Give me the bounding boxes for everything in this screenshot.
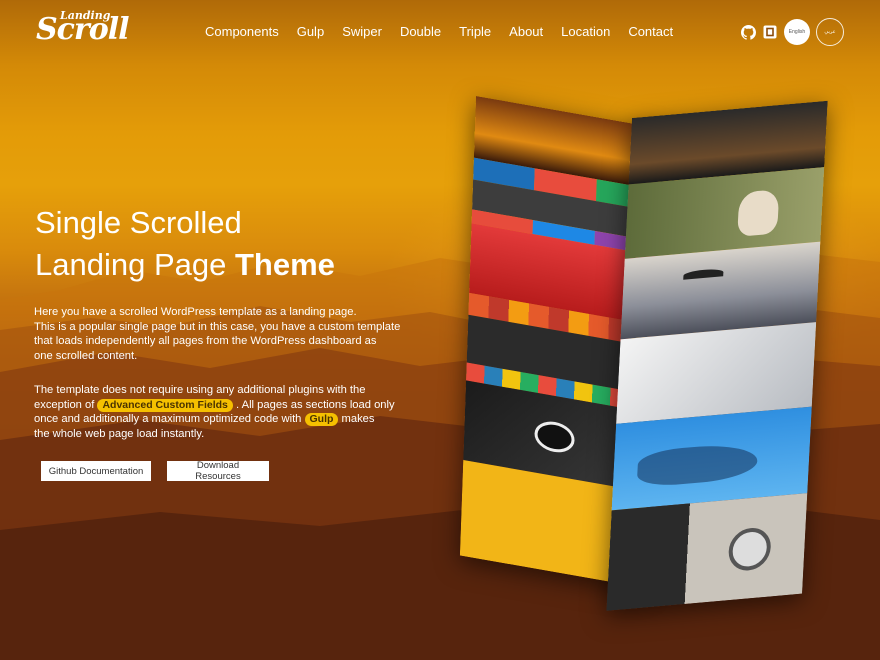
intro-paragraph: Here you have a scrolled WordPress templ… xyxy=(34,305,424,363)
theme-preview-right xyxy=(606,100,828,611)
hero-title-line2-prefix: Landing Page xyxy=(35,247,235,282)
lang-english-button[interactable]: English xyxy=(784,19,810,45)
main-nav: Components Gulp Swiper Double Triple Abo… xyxy=(205,24,691,39)
features-line: once and additionally a maximum optimize… xyxy=(34,412,424,427)
features-paragraph: The template does not require using any … xyxy=(34,383,424,441)
nav-contact[interactable]: Contact xyxy=(628,24,673,39)
github-documentation-button[interactable]: Github Documentation xyxy=(41,461,151,481)
nav-about[interactable]: About xyxy=(509,24,543,39)
header-icons: English عربي xyxy=(740,14,844,50)
features-text: exception of xyxy=(34,398,98,411)
features-text: once and additionally a maximum optimize… xyxy=(34,413,305,425)
nav-triple[interactable]: Triple xyxy=(459,24,491,39)
intro-line: one scrolled content. xyxy=(34,349,138,362)
intro-line: that loads independently all pages from … xyxy=(34,335,377,347)
nav-location[interactable]: Location xyxy=(561,24,610,39)
hero-title-bold: Theme xyxy=(234,247,335,282)
features-text: . All pages as sections load only xyxy=(232,398,395,411)
features-text: makes xyxy=(338,413,375,425)
intro-line: Here you have a scrolled WordPress templ… xyxy=(34,306,357,318)
nav-double[interactable]: Double xyxy=(400,24,441,39)
download-resources-button[interactable]: Download Resources xyxy=(167,460,269,482)
logo[interactable]: Landing Scroll xyxy=(36,6,136,47)
preview-compass xyxy=(606,493,808,611)
nav-gulp[interactable]: Gulp xyxy=(297,24,324,39)
features-line: the whole web page load instantly. xyxy=(34,427,205,440)
nav-components[interactable]: Components xyxy=(205,24,279,39)
nav-swiper[interactable]: Swiper xyxy=(342,24,382,39)
hero-title-line1: Single Scrolled xyxy=(35,205,242,240)
features-line: The template does not require using any … xyxy=(34,384,366,396)
gulp-badge[interactable]: Gulp xyxy=(304,413,339,426)
github-icon[interactable] xyxy=(740,24,756,40)
codepen-icon[interactable] xyxy=(762,24,778,40)
hero-title-line2: Landing Page Theme xyxy=(35,244,415,286)
logo-scroll-text: Scroll xyxy=(36,12,130,47)
features-line: exception of Advanced Custom Fields . Al… xyxy=(34,398,424,413)
intro-line: This is a popular single page but in thi… xyxy=(34,320,401,333)
acf-badge[interactable]: Advanced Custom Fields xyxy=(97,398,233,412)
hero-title: Single Scrolled Landing Page Theme xyxy=(35,202,415,286)
lang-arabic-button[interactable]: عربي xyxy=(816,18,844,46)
